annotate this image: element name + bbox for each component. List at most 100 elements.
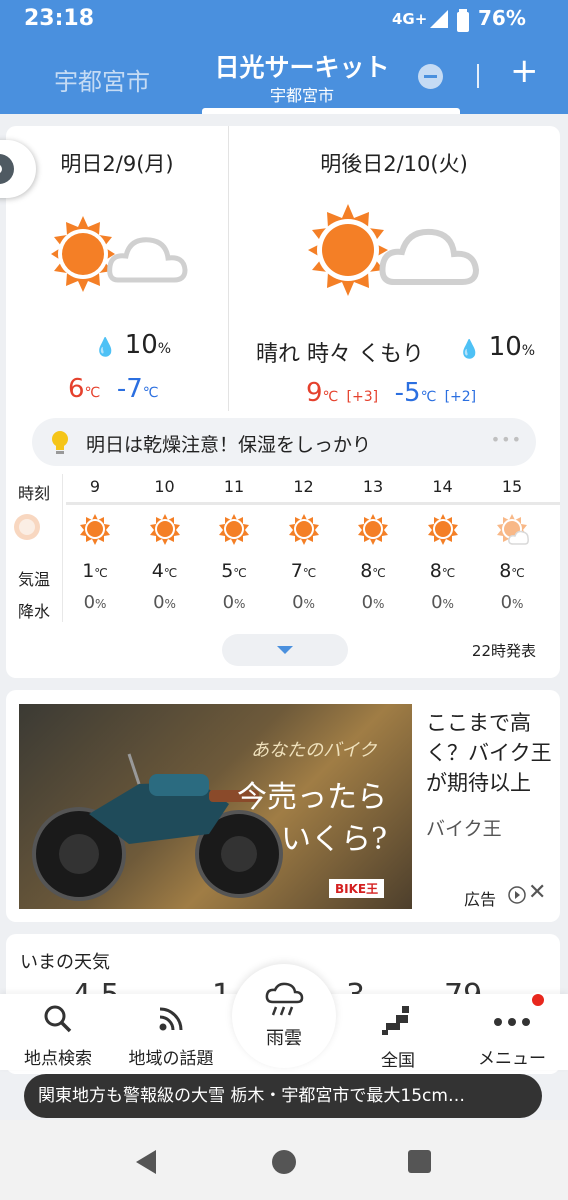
- sun-cloud-icon: [479, 502, 545, 560]
- close-ad-icon[interactable]: ✕: [528, 880, 546, 905]
- rain-cloud-icon: [265, 982, 304, 1016]
- more-icon[interactable]: •••: [491, 430, 522, 449]
- hourly-column: 12 7℃ 0%: [271, 474, 337, 613]
- hour-label: 10: [154, 477, 175, 496]
- dayafter-weather: 晴れ 時々 くもり: [256, 342, 424, 367]
- motorcycle-image: [32, 753, 283, 901]
- ad-image[interactable]: あなたのバイク 今売ったら いくら? BIKE王: [19, 704, 412, 909]
- hour-precip: 0%: [83, 592, 107, 613]
- raindrop-icon: 💧: [458, 339, 481, 360]
- published-time: 22時発表: [471, 642, 536, 660]
- sun-cloud-icon: [51, 216, 188, 292]
- hour-label: 11: [223, 477, 245, 496]
- battery-icon: [457, 9, 469, 32]
- hour-temp: 7℃: [290, 560, 317, 582]
- sun-icon: [62, 502, 128, 560]
- sun-icon: [201, 502, 267, 560]
- adchoices-icon[interactable]: [508, 886, 526, 904]
- nav-national[interactable]: 全国: [350, 994, 446, 1071]
- hourly-precip-label: 降水: [18, 602, 51, 621]
- rain-radar-label: 雨雲: [266, 1028, 302, 1049]
- ad-label: 広告: [464, 890, 497, 909]
- hour-temp: 5℃: [221, 560, 247, 582]
- sun-cloud-icon: [308, 204, 480, 296]
- hour-temp: 4℃: [151, 560, 178, 582]
- nav-menu-label: メニュー: [478, 1049, 546, 1069]
- add-location-button[interactable]: +: [510, 54, 539, 88]
- feed-icon: [159, 1007, 183, 1031]
- news-toast[interactable]: 関東地方も警報級の大雪 栃木・宇都宮市で最大15cm…: [24, 1074, 542, 1118]
- hourly-column: 14 8℃ 0%: [410, 474, 476, 613]
- tab-prev-location[interactable]: 宇都宮市: [54, 62, 150, 97]
- hourly-column: 9 1℃ 0%: [62, 474, 128, 613]
- ad-headline[interactable]: ここまで高く？バイク王が期待以上: [426, 708, 554, 798]
- hour-label: 15: [501, 477, 523, 496]
- expand-hourly-button[interactable]: [222, 634, 348, 666]
- active-tab-indicator: [202, 108, 460, 114]
- ad-image-text3: いくら?: [281, 822, 388, 857]
- hour-temp: 8℃: [360, 560, 386, 582]
- sun-icon: [271, 502, 337, 560]
- dayafter-pop: 💧 10%: [458, 332, 536, 362]
- tip-text: 明日は乾燥注意！保湿をしっかり: [86, 434, 372, 456]
- rain-radar-button[interactable]: 雨雲: [232, 964, 336, 1068]
- status-time: 23:18: [24, 6, 95, 31]
- hourly-column: 11 5℃ 0%: [201, 474, 267, 613]
- remove-location-button[interactable]: [418, 64, 443, 89]
- ad-card[interactable]: あなたのバイク 今売ったら いくら? BIKE王 ここまで高く？バイク王が期待以…: [6, 690, 560, 922]
- hour-temp: 1℃: [82, 560, 108, 582]
- back-button[interactable]: [136, 1150, 156, 1174]
- hour-label: 14: [432, 477, 453, 496]
- location-subtitle: 宇都宮市: [269, 86, 334, 105]
- recents-button[interactable]: [408, 1150, 431, 1173]
- sun-icon: [410, 502, 476, 560]
- nav-topics[interactable]: 地域の話題: [118, 994, 224, 1069]
- ad-image-text1: あなたのバイク: [251, 740, 377, 761]
- hourly-column: 10 4℃ 0%: [132, 474, 198, 613]
- location-header: 宇都宮市 日光サーキット 宇都宮市 +: [0, 40, 568, 114]
- hour-precip: 0%: [361, 592, 385, 613]
- nav-national-label: 全国: [381, 1051, 415, 1071]
- dayafter-temps: 9℃ [+3] -5℃ [+2]: [306, 378, 477, 408]
- tomorrow-temps: 6℃ -7℃: [68, 374, 159, 404]
- network-type: 4G+: [392, 10, 428, 28]
- tomorrow-pop: 💧 10%: [94, 330, 172, 360]
- tip-banner[interactable]: 明日は乾燥注意！保湿をしっかり •••: [32, 418, 536, 466]
- lightbulb-icon: [52, 431, 68, 454]
- hour-precip: 0%: [292, 592, 315, 613]
- hour-precip: 0%: [222, 592, 246, 613]
- nav-topics-label: 地域の話題: [128, 1049, 214, 1069]
- hourly-temp-label: 気温: [18, 570, 51, 589]
- hour-label: 9: [89, 477, 101, 496]
- search-icon: [44, 1005, 72, 1033]
- menu-dots-icon: [494, 1018, 530, 1026]
- hourly-column: 15 8℃ 0%: [479, 474, 545, 613]
- hour-label: 12: [293, 477, 314, 496]
- japan-map-icon: [382, 1006, 409, 1035]
- hour-temp: 8℃: [429, 560, 456, 582]
- hour-precip: 0%: [431, 592, 454, 613]
- hourly-column: 13 8℃ 0%: [340, 474, 406, 613]
- hour-precip: 0%: [500, 592, 524, 613]
- ad-logo: BIKE王: [329, 879, 385, 898]
- nav-menu[interactable]: メニュー: [462, 994, 562, 1069]
- home-button[interactable]: [272, 1150, 296, 1174]
- dayafter-date: 明後日2/10(火): [320, 152, 468, 176]
- system-navigation: [0, 1120, 568, 1200]
- header-divider: [477, 64, 479, 88]
- status-bar: 23:18 4G+ 76%: [0, 0, 568, 40]
- location-title[interactable]: 日光サーキット: [160, 48, 444, 84]
- hour-precip: 0%: [153, 592, 176, 613]
- nav-search[interactable]: 地点検索: [10, 994, 106, 1069]
- forecast-card: 明日2/9(月) 💧 10% 6℃ -7℃ 明後日2/10(火) 晴れ 時々 く…: [6, 126, 560, 678]
- hourly-forecast: 時刻 気温 降水 9 1℃ 0% 10 4℃ 0% 11 5℃ 0% 12 7℃ 0% 13 8℃ 0% 14…: [6, 474, 560, 626]
- sun-icon: [132, 502, 198, 560]
- battery-percent: 76%: [478, 6, 526, 30]
- hourly-time-label: 時刻: [18, 484, 51, 503]
- raindrop-icon: 💧: [94, 337, 117, 358]
- ad-source: バイク王: [426, 818, 502, 840]
- sun-icon-faded: [14, 514, 40, 540]
- ad-image-text2: 今売ったら: [237, 780, 387, 815]
- hour-label: 13: [362, 477, 384, 496]
- hour-temp: 8℃: [499, 560, 525, 582]
